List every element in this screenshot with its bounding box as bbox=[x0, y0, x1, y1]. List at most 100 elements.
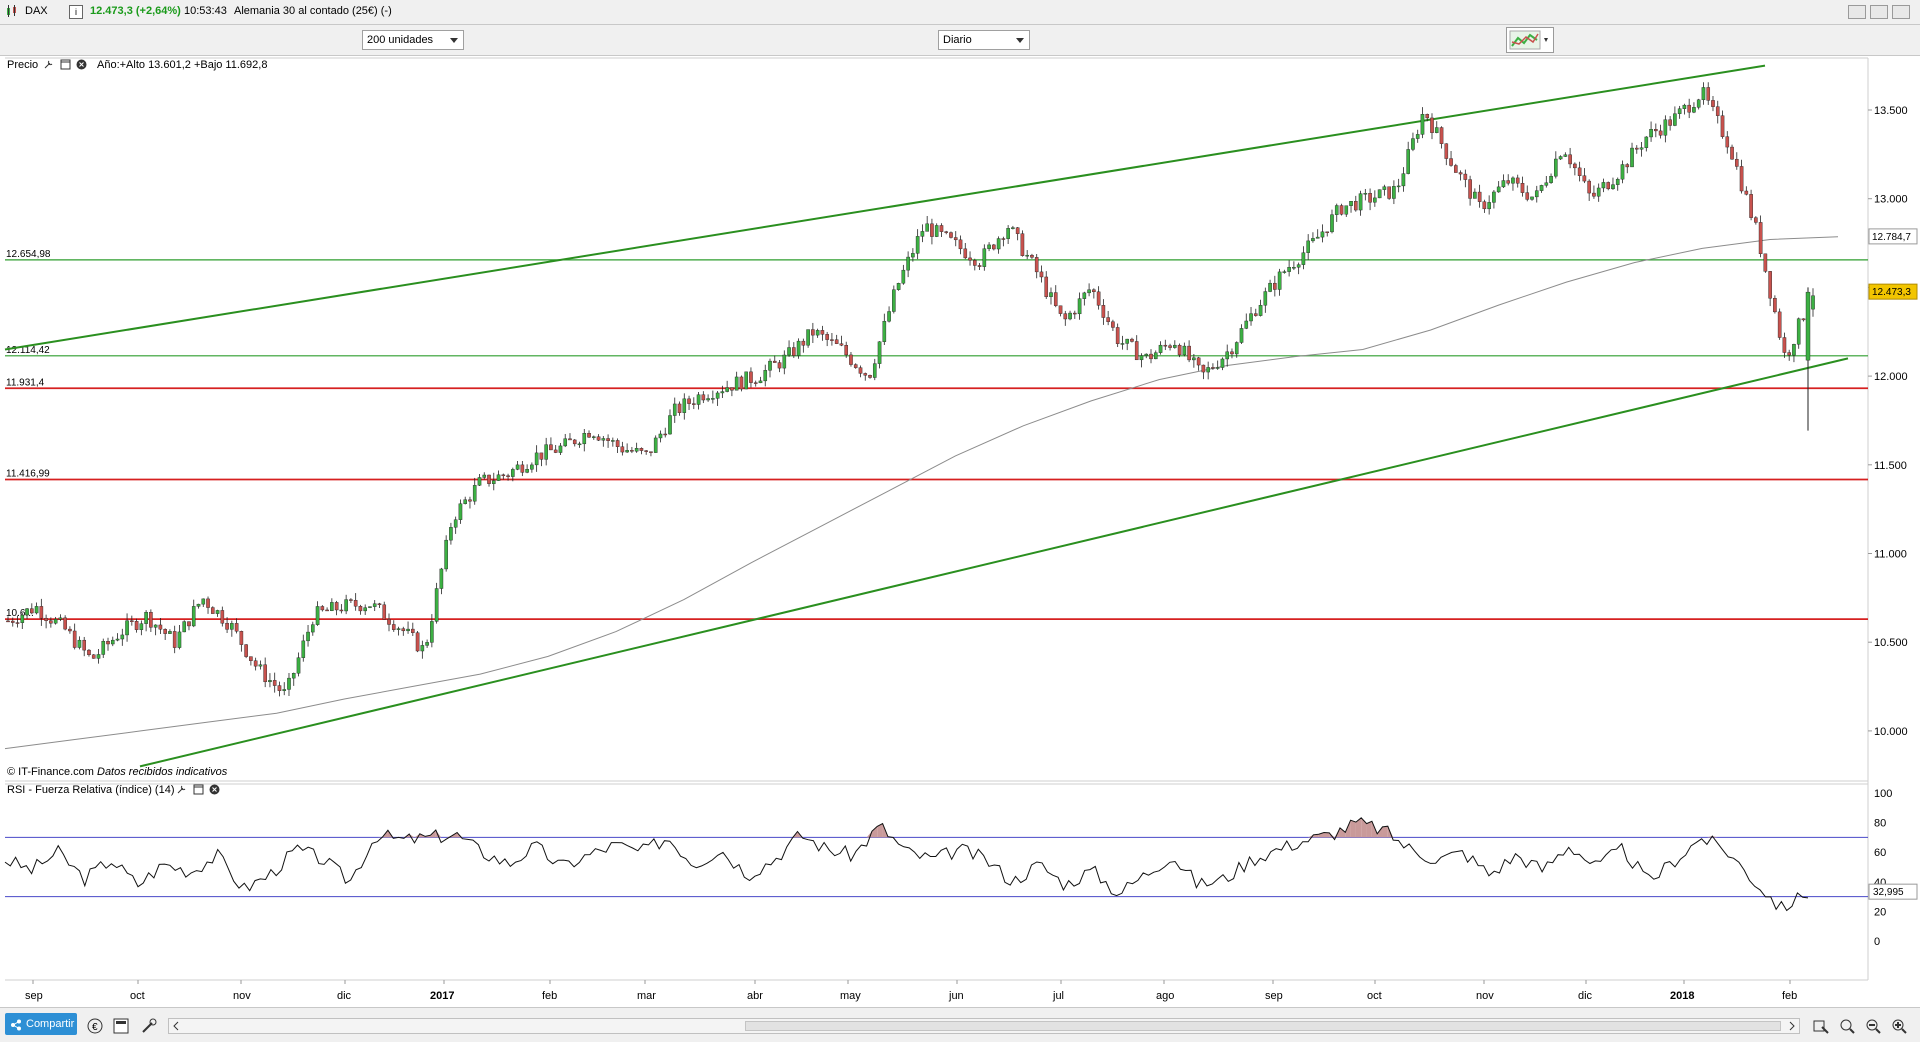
candle-body bbox=[1059, 306, 1062, 314]
wrench-icon[interactable] bbox=[176, 784, 187, 795]
share-button-label: Compartir bbox=[26, 1018, 74, 1030]
window-icon[interactable] bbox=[60, 59, 71, 70]
candle-body bbox=[1626, 165, 1629, 167]
candle-body bbox=[1583, 176, 1586, 181]
tools-icon[interactable] bbox=[140, 1017, 158, 1035]
chart-scrollbar[interactable] bbox=[168, 1018, 1800, 1034]
candle-body bbox=[616, 440, 619, 446]
candle-body bbox=[1340, 206, 1343, 215]
chevron-left-icon[interactable] bbox=[171, 1021, 181, 1031]
candle-body bbox=[178, 632, 181, 648]
candle-body bbox=[1688, 105, 1691, 112]
candle-body bbox=[1016, 228, 1019, 234]
bottom-bar: Compartir € bbox=[0, 1007, 1920, 1042]
candle-body bbox=[1068, 313, 1071, 319]
calculator-icon[interactable] bbox=[112, 1017, 130, 1035]
candle-body bbox=[1349, 201, 1352, 205]
candle-body bbox=[1121, 343, 1124, 344]
zoom-out-icon[interactable] bbox=[1864, 1017, 1882, 1035]
time-axis-label: oct bbox=[1367, 990, 1382, 1002]
candle-body bbox=[1435, 128, 1438, 133]
candle-body bbox=[145, 612, 148, 623]
candle-body bbox=[211, 608, 214, 614]
scrollbar-thumb[interactable] bbox=[745, 1021, 1781, 1031]
candle-body bbox=[854, 365, 857, 368]
minimize-button[interactable] bbox=[1870, 5, 1888, 19]
candle-body bbox=[745, 372, 748, 389]
candle-body bbox=[230, 623, 233, 629]
candle-body bbox=[735, 377, 738, 390]
candle-body bbox=[1516, 178, 1519, 183]
candle-body bbox=[506, 476, 509, 477]
candle-body bbox=[564, 439, 567, 446]
chart-settings-icon[interactable] bbox=[1812, 1017, 1830, 1035]
candle-body bbox=[1149, 354, 1152, 359]
candle-body bbox=[6, 621, 9, 622]
candle-body bbox=[687, 399, 690, 404]
candle-body bbox=[997, 239, 1000, 249]
candle-body bbox=[1383, 187, 1386, 190]
candle-body bbox=[345, 600, 348, 611]
chart-type-button[interactable] bbox=[1506, 27, 1554, 53]
candle-body bbox=[526, 469, 529, 472]
candle-body bbox=[311, 625, 314, 632]
candle-body bbox=[225, 623, 228, 629]
candle-body bbox=[773, 361, 776, 362]
keyboard-icon[interactable] bbox=[1848, 5, 1866, 19]
candle-body bbox=[768, 361, 771, 370]
zoom-fit-icon[interactable] bbox=[1838, 1017, 1856, 1035]
candle-body bbox=[883, 321, 886, 341]
zoom-in-icon[interactable] bbox=[1890, 1017, 1908, 1035]
candle-body bbox=[1473, 192, 1476, 198]
candle-body bbox=[1159, 345, 1162, 352]
candle-body bbox=[778, 363, 781, 369]
rsi-axis-label: 20 bbox=[1874, 906, 1886, 918]
candle-body bbox=[721, 392, 724, 393]
close-icon[interactable] bbox=[76, 59, 87, 70]
candle-body bbox=[464, 500, 467, 504]
candle-body bbox=[516, 465, 519, 470]
currency-icon[interactable]: € bbox=[86, 1017, 104, 1035]
wrench-icon[interactable] bbox=[43, 59, 54, 70]
close-button[interactable] bbox=[1892, 5, 1910, 19]
candle-body bbox=[706, 399, 709, 401]
info-icon[interactable]: i bbox=[69, 5, 83, 19]
window-icon[interactable] bbox=[193, 784, 204, 795]
close-icon[interactable] bbox=[209, 784, 220, 795]
candle-body bbox=[349, 600, 352, 601]
candle-body bbox=[1440, 128, 1443, 144]
candle-body bbox=[1726, 137, 1729, 147]
chevron-right-icon[interactable] bbox=[1787, 1021, 1797, 1031]
candle-body bbox=[416, 633, 419, 651]
candle-body bbox=[983, 249, 986, 267]
units-select[interactable]: 200 unidades bbox=[362, 30, 464, 50]
candle-body bbox=[1769, 271, 1772, 298]
candle-body bbox=[1459, 173, 1462, 174]
candle-body bbox=[1640, 148, 1643, 149]
candle-body bbox=[535, 453, 538, 465]
candle-body bbox=[664, 434, 667, 435]
candle-body bbox=[287, 678, 290, 689]
candle-body bbox=[587, 433, 590, 437]
candle-body bbox=[1407, 149, 1410, 173]
candle-body bbox=[573, 440, 576, 444]
candle-body bbox=[1730, 147, 1733, 159]
candle-body bbox=[21, 615, 24, 623]
candle-body bbox=[1073, 313, 1076, 314]
rsi-panel-label: RSI - Fuerza Relativa (índice) (14) bbox=[7, 784, 175, 796]
candle-body bbox=[1011, 228, 1014, 229]
candle-body bbox=[949, 233, 952, 238]
candle-body bbox=[816, 330, 819, 335]
candle-body bbox=[1364, 193, 1367, 194]
period-select[interactable]: Diario bbox=[938, 30, 1030, 50]
candle-body bbox=[1416, 134, 1419, 138]
candle-body bbox=[1145, 354, 1148, 356]
level-label: 11.416,99 bbox=[6, 469, 50, 480]
candle-body bbox=[1497, 187, 1500, 192]
dax-chart[interactable]: 12.654,9812.114,4211.931,411.416,9910.6.… bbox=[0, 56, 1920, 1006]
price-axis-label: 11.500 bbox=[1874, 460, 1907, 472]
candle-body bbox=[845, 345, 848, 355]
candle-body bbox=[168, 631, 171, 633]
candle-body bbox=[1778, 312, 1781, 338]
candle-body bbox=[1602, 182, 1605, 188]
